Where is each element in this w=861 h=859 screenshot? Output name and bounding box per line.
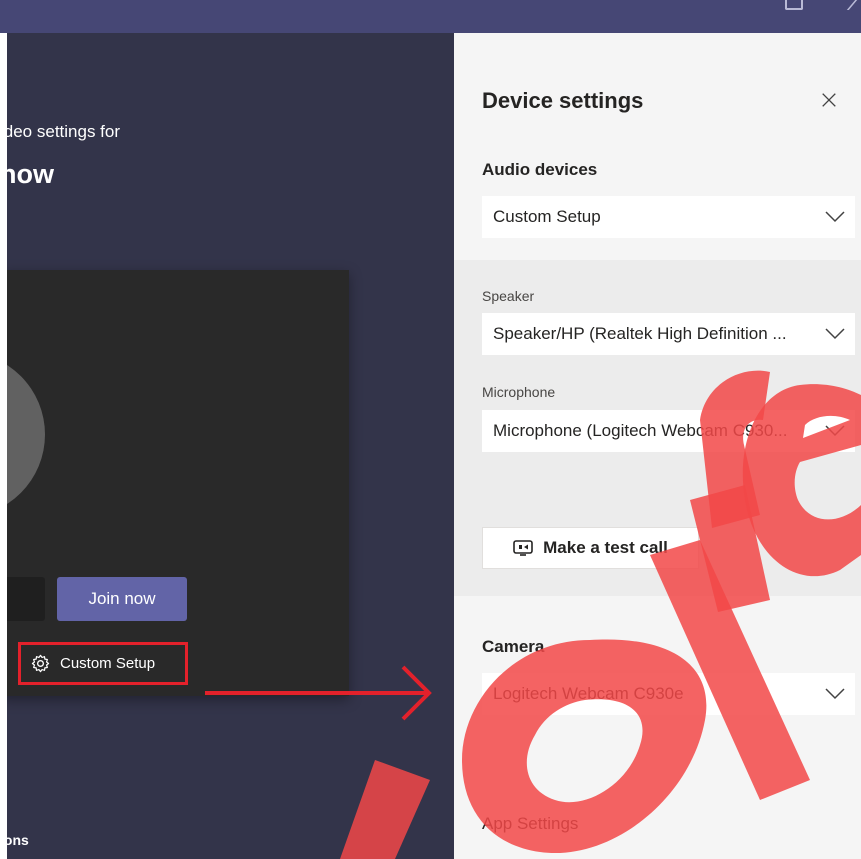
speaker-value: Speaker/HP (Realtek High Definition ... — [493, 324, 787, 343]
audio-devices-select[interactable]: Custom Setup — [482, 196, 855, 238]
make-test-call-label: Make a test call — [543, 538, 668, 557]
video-preview-card: Join now Custom Setup — [0, 270, 349, 696]
chevron-down-icon — [815, 673, 855, 715]
microphone-label: Microphone — [482, 384, 556, 400]
panel-title: Device settings — [482, 88, 644, 113]
microphone-value: Microphone (Logitech Webcam C930... — [493, 421, 788, 440]
top-bar — [0, 0, 861, 33]
join-now-button[interactable]: Join now — [57, 577, 187, 621]
speaker-select[interactable]: Speaker/HP (Realtek High Definition ... — [482, 313, 855, 355]
chevron-down-icon — [815, 410, 855, 452]
pre-join-subtitle: ideo settings for — [0, 122, 121, 141]
device-settings-panel: Device settings Audio devices Custom Set… — [454, 33, 861, 859]
speaker-label: Speaker — [482, 288, 535, 304]
gear-icon — [31, 654, 50, 673]
audio-devices-value: Custom Setup — [493, 207, 601, 226]
test-call-icon — [513, 540, 533, 556]
pre-join-heading: now — [0, 159, 54, 189]
annotation-arrow — [205, 665, 432, 721]
make-test-call-button[interactable]: Make a test call — [482, 527, 699, 569]
left-edge-strip — [0, 33, 7, 859]
close-icon[interactable] — [814, 85, 844, 115]
camera-select[interactable]: Logitech Webcam C930e — [482, 673, 855, 715]
camera-label: Camera — [482, 637, 545, 656]
custom-setup-button[interactable]: Custom Setup — [18, 642, 188, 685]
app-settings-link[interactable]: App Settings — [482, 814, 578, 834]
audio-devices-label: Audio devices — [482, 160, 598, 179]
close-icon[interactable] — [836, 0, 858, 10]
chevron-down-icon — [815, 313, 855, 355]
camera-value: Logitech Webcam C930e — [493, 684, 684, 703]
custom-setup-label: Custom Setup — [60, 655, 156, 672]
chevron-down-icon — [815, 196, 855, 238]
compose-icon[interactable] — [785, 0, 803, 10]
pre-join-pane: ideo settings for now Join now Custom Se… — [0, 33, 454, 859]
microphone-select[interactable]: Microphone (Logitech Webcam C930... — [482, 410, 855, 452]
